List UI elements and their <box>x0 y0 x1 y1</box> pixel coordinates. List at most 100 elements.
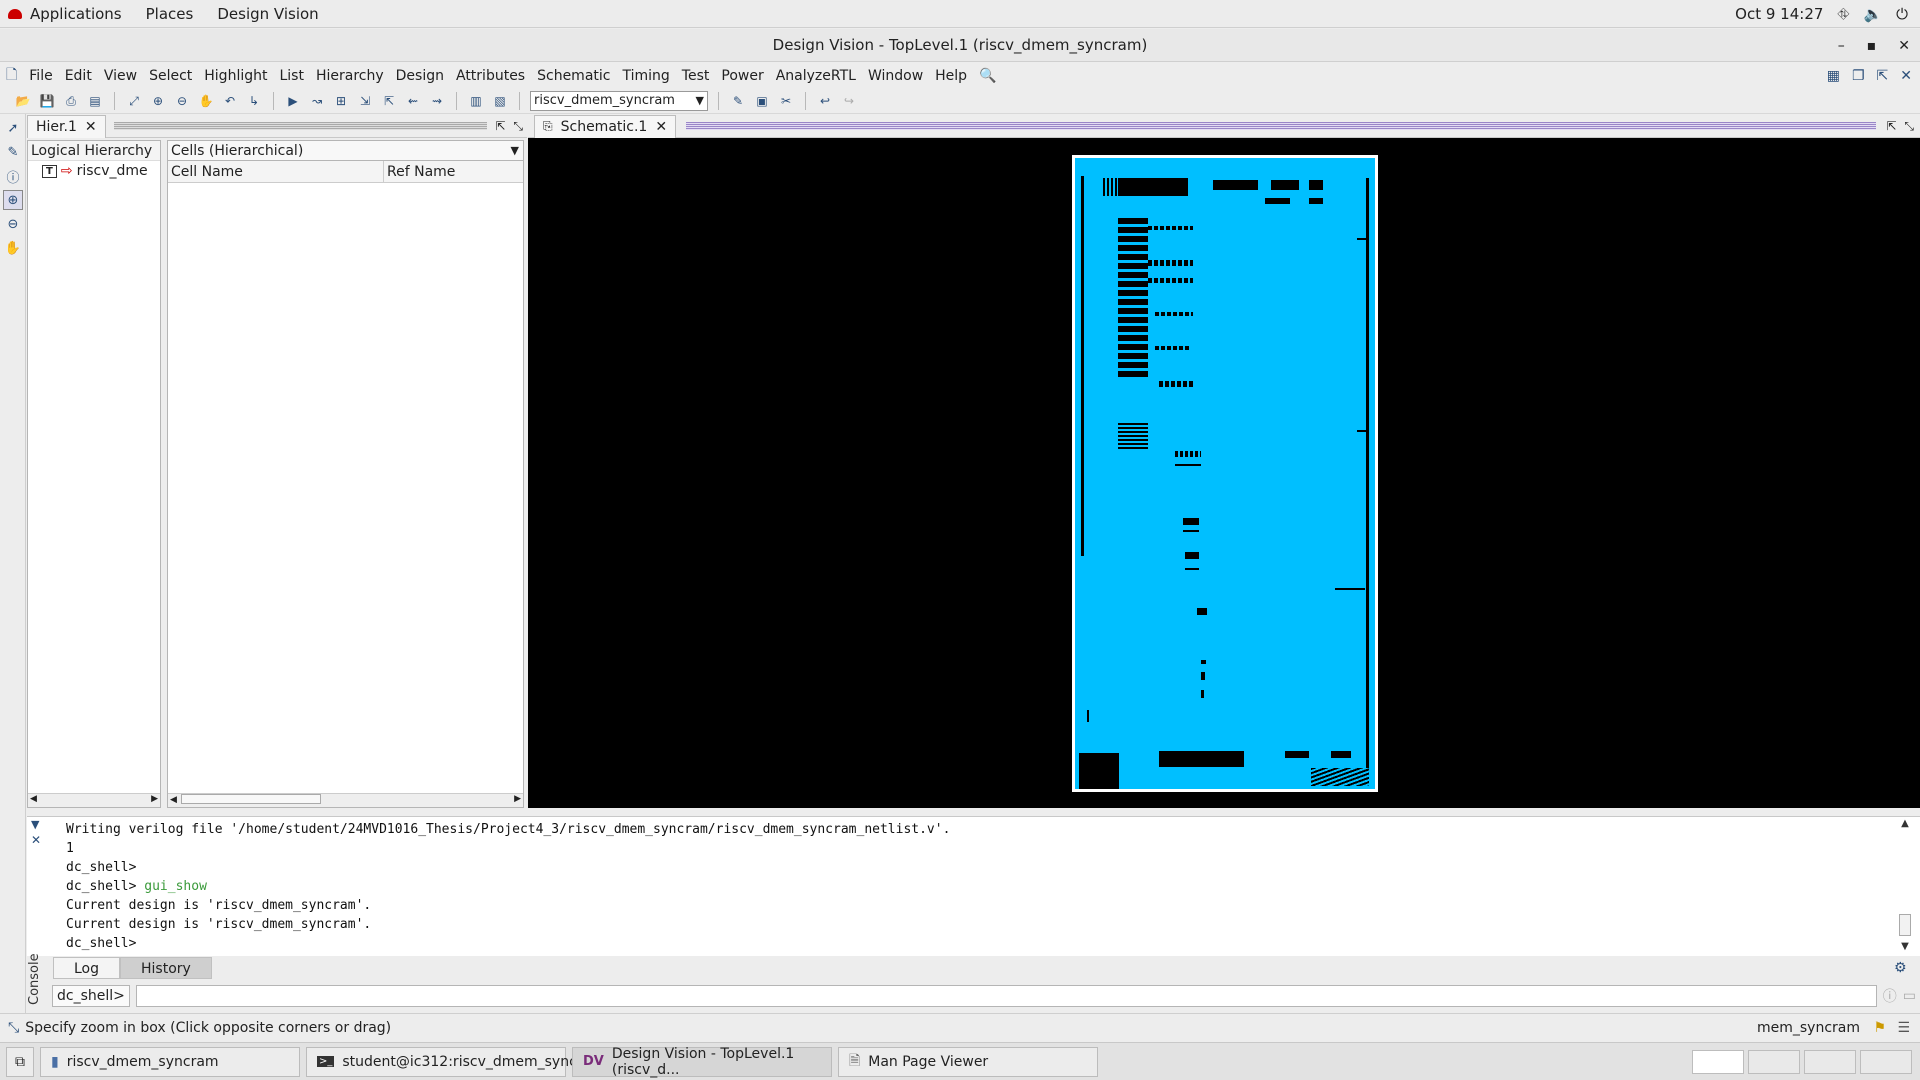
list-icon[interactable]: ☰ <box>1897 1020 1910 1036</box>
forward-icon[interactable]: ↪ <box>840 92 858 110</box>
minimize-icon[interactable]: – <box>1838 38 1845 54</box>
fanout-icon[interactable]: ⇝ <box>428 92 446 110</box>
applications-menu[interactable]: Applications <box>0 5 134 23</box>
back-icon[interactable]: ↩ <box>816 92 834 110</box>
symbol-icon[interactable]: ▶ <box>284 92 302 110</box>
hand-icon[interactable]: ✋ <box>3 238 23 258</box>
histogram-icon[interactable]: ▥ <box>467 92 485 110</box>
workspace-2[interactable] <box>1748 1049 1800 1074</box>
design-selector[interactable]: riscv_dmem_syncram ▼ <box>530 91 708 111</box>
logical-hierarchy-pane: Logical Hierarchy T ⇨ riscv_dme ◀ ▶ <box>27 140 161 808</box>
schematic-design-view[interactable] <box>1075 158 1375 789</box>
layout-icon[interactable]: ▦ <box>1827 68 1840 84</box>
close-doc-icon[interactable]: ✕ <box>1900 68 1912 84</box>
save-icon[interactable]: 💾 <box>38 92 56 110</box>
menu-power[interactable]: Power <box>715 68 769 84</box>
edit-schematic-icon[interactable]: ✎ <box>729 92 747 110</box>
schematic-canvas[interactable] <box>528 138 1920 808</box>
maximize-panel-icon[interactable]: ⤡ <box>513 119 523 134</box>
pop-icon[interactable]: ⇱ <box>380 92 398 110</box>
network-icon[interactable]: ⛗ <box>1837 5 1849 23</box>
hier-icon[interactable]: ⊞ <box>332 92 350 110</box>
column-cell-name[interactable]: Cell Name <box>168 161 384 182</box>
path-icon[interactable]: ↝ <box>308 92 326 110</box>
close-icon[interactable]: ✕ <box>1898 38 1910 54</box>
zoom-out-icon[interactable]: ⊖ <box>173 92 191 110</box>
menu-timing[interactable]: Timing <box>616 68 675 84</box>
print-icon[interactable]: ⎙ <box>62 92 80 110</box>
menu-file[interactable]: File <box>23 68 58 84</box>
select-arrow-icon[interactable]: ➚ <box>3 118 23 138</box>
show-desktop-button[interactable]: ⧉ <box>6 1046 34 1077</box>
menu-hierarchy[interactable]: Hierarchy <box>310 68 390 84</box>
zoom-in-tool-icon[interactable]: ⊕ <box>3 190 23 210</box>
tree-item[interactable]: T ⇨ riscv_dme <box>28 161 160 179</box>
clock[interactable]: Oct 9 14:27 <box>1735 5 1823 23</box>
chart-icon[interactable]: ▧ <box>491 92 509 110</box>
push-icon[interactable]: ⇲ <box>356 92 374 110</box>
close-icon[interactable]: ✕ <box>31 833 41 847</box>
maximize-panel-icon[interactable]: ⤡ <box>1904 119 1914 134</box>
menu-edit[interactable]: Edit <box>59 68 98 84</box>
menu-select[interactable]: Select <box>143 68 198 84</box>
zoom-fit-icon[interactable]: ⤢ <box>125 92 143 110</box>
menu-highlight[interactable]: Highlight <box>198 68 273 84</box>
menu-window[interactable]: Window <box>862 68 929 84</box>
schematic-tabbar: ⎘ Schematic.1 ✕ ⇱ ⤡ <box>528 114 1920 138</box>
pan-icon[interactable]: ✋ <box>197 92 215 110</box>
selection-icon[interactable]: ⚑ <box>1873 1020 1886 1036</box>
app-menu[interactable]: Design Vision <box>205 5 330 23</box>
tab-history[interactable]: History <box>120 957 212 979</box>
tab-hier[interactable]: Hier.1 ✕ <box>27 114 106 138</box>
task-design-vision[interactable]: DV Design Vision - TopLevel.1 (riscv_d..… <box>572 1046 832 1078</box>
volume-icon[interactable]: 🔈 <box>1863 5 1882 23</box>
search-icon[interactable]: 🔍 <box>973 68 1002 84</box>
undock-icon[interactable]: ⇱ <box>1886 119 1896 133</box>
tab-log[interactable]: Log <box>53 957 121 979</box>
menu-analyzertl[interactable]: AnalyzeRTL <box>770 68 862 84</box>
close-icon[interactable]: ✕ <box>85 119 97 135</box>
restore-icon[interactable]: ❐ <box>1852 68 1865 84</box>
collapse-icon[interactable]: ▼ <box>31 818 39 831</box>
clear-icon[interactable]: ✂ <box>777 92 795 110</box>
info-icon[interactable]: ⓘ <box>3 166 23 186</box>
power-icon[interactable]: ⏻ <box>1896 5 1908 23</box>
horizontal-scrollbar[interactable]: ◀ ▶ <box>168 793 523 807</box>
zoom-out-tool-icon[interactable]: ⊖ <box>3 214 23 234</box>
workspace-4[interactable] <box>1860 1049 1912 1074</box>
horizontal-scrollbar[interactable]: ◀ ▶ <box>28 793 160 807</box>
zoom-sel-icon[interactable]: ↳ <box>245 92 263 110</box>
gear-icon[interactable]: ⚙ <box>1894 960 1907 976</box>
task-man-page-viewer[interactable]: 🗎 Man Page Viewer <box>838 1046 1098 1077</box>
menu-view[interactable]: View <box>98 68 143 84</box>
task-terminal[interactable]: >_ student@ic312:riscv_dmem_syncram <box>306 1046 605 1077</box>
help-icon[interactable]: ⓘ <box>1883 986 1897 1006</box>
maximize-icon[interactable]: ▪ <box>1867 38 1877 54</box>
task-file-browser[interactable]: ▮ riscv_dmem_syncram <box>40 1046 300 1077</box>
expand-icon[interactable]: ▭ <box>1903 988 1920 1004</box>
column-ref-name[interactable]: Ref Name <box>384 161 523 182</box>
zoom-prev-icon[interactable]: ↶ <box>221 92 239 110</box>
export-icon[interactable]: ▤ <box>86 92 104 110</box>
undock-icon[interactable]: ⇱ <box>495 119 505 133</box>
zoom-in-icon[interactable]: ⊕ <box>149 92 167 110</box>
workspace-1[interactable] <box>1692 1049 1744 1074</box>
pencil-icon[interactable]: ✎ <box>3 142 23 162</box>
tab-schematic[interactable]: ⎘ Schematic.1 ✕ <box>534 114 677 138</box>
vertical-scrollbar[interactable]: ▲ ▼ <box>1898 818 1912 952</box>
menu-list[interactable]: List <box>273 68 309 84</box>
workspace-3[interactable] <box>1804 1049 1856 1074</box>
menu-attributes[interactable]: Attributes <box>450 68 531 84</box>
close-icon[interactable]: ✕ <box>655 119 667 135</box>
fanin-icon[interactable]: ⇜ <box>404 92 422 110</box>
menu-schematic[interactable]: Schematic <box>531 68 616 84</box>
menu-help[interactable]: Help <box>929 68 973 84</box>
cells-icon[interactable]: ▣ <box>753 92 771 110</box>
undock-icon[interactable]: ⇱ <box>1877 68 1889 84</box>
open-icon[interactable]: 📂 <box>14 92 32 110</box>
menu-test[interactable]: Test <box>676 68 716 84</box>
command-input[interactable] <box>135 985 1877 1007</box>
menu-design[interactable]: Design <box>390 68 450 84</box>
places-menu[interactable]: Places <box>134 5 206 23</box>
cells-selector[interactable]: Cells (Hierarchical) ▼ <box>168 141 523 161</box>
